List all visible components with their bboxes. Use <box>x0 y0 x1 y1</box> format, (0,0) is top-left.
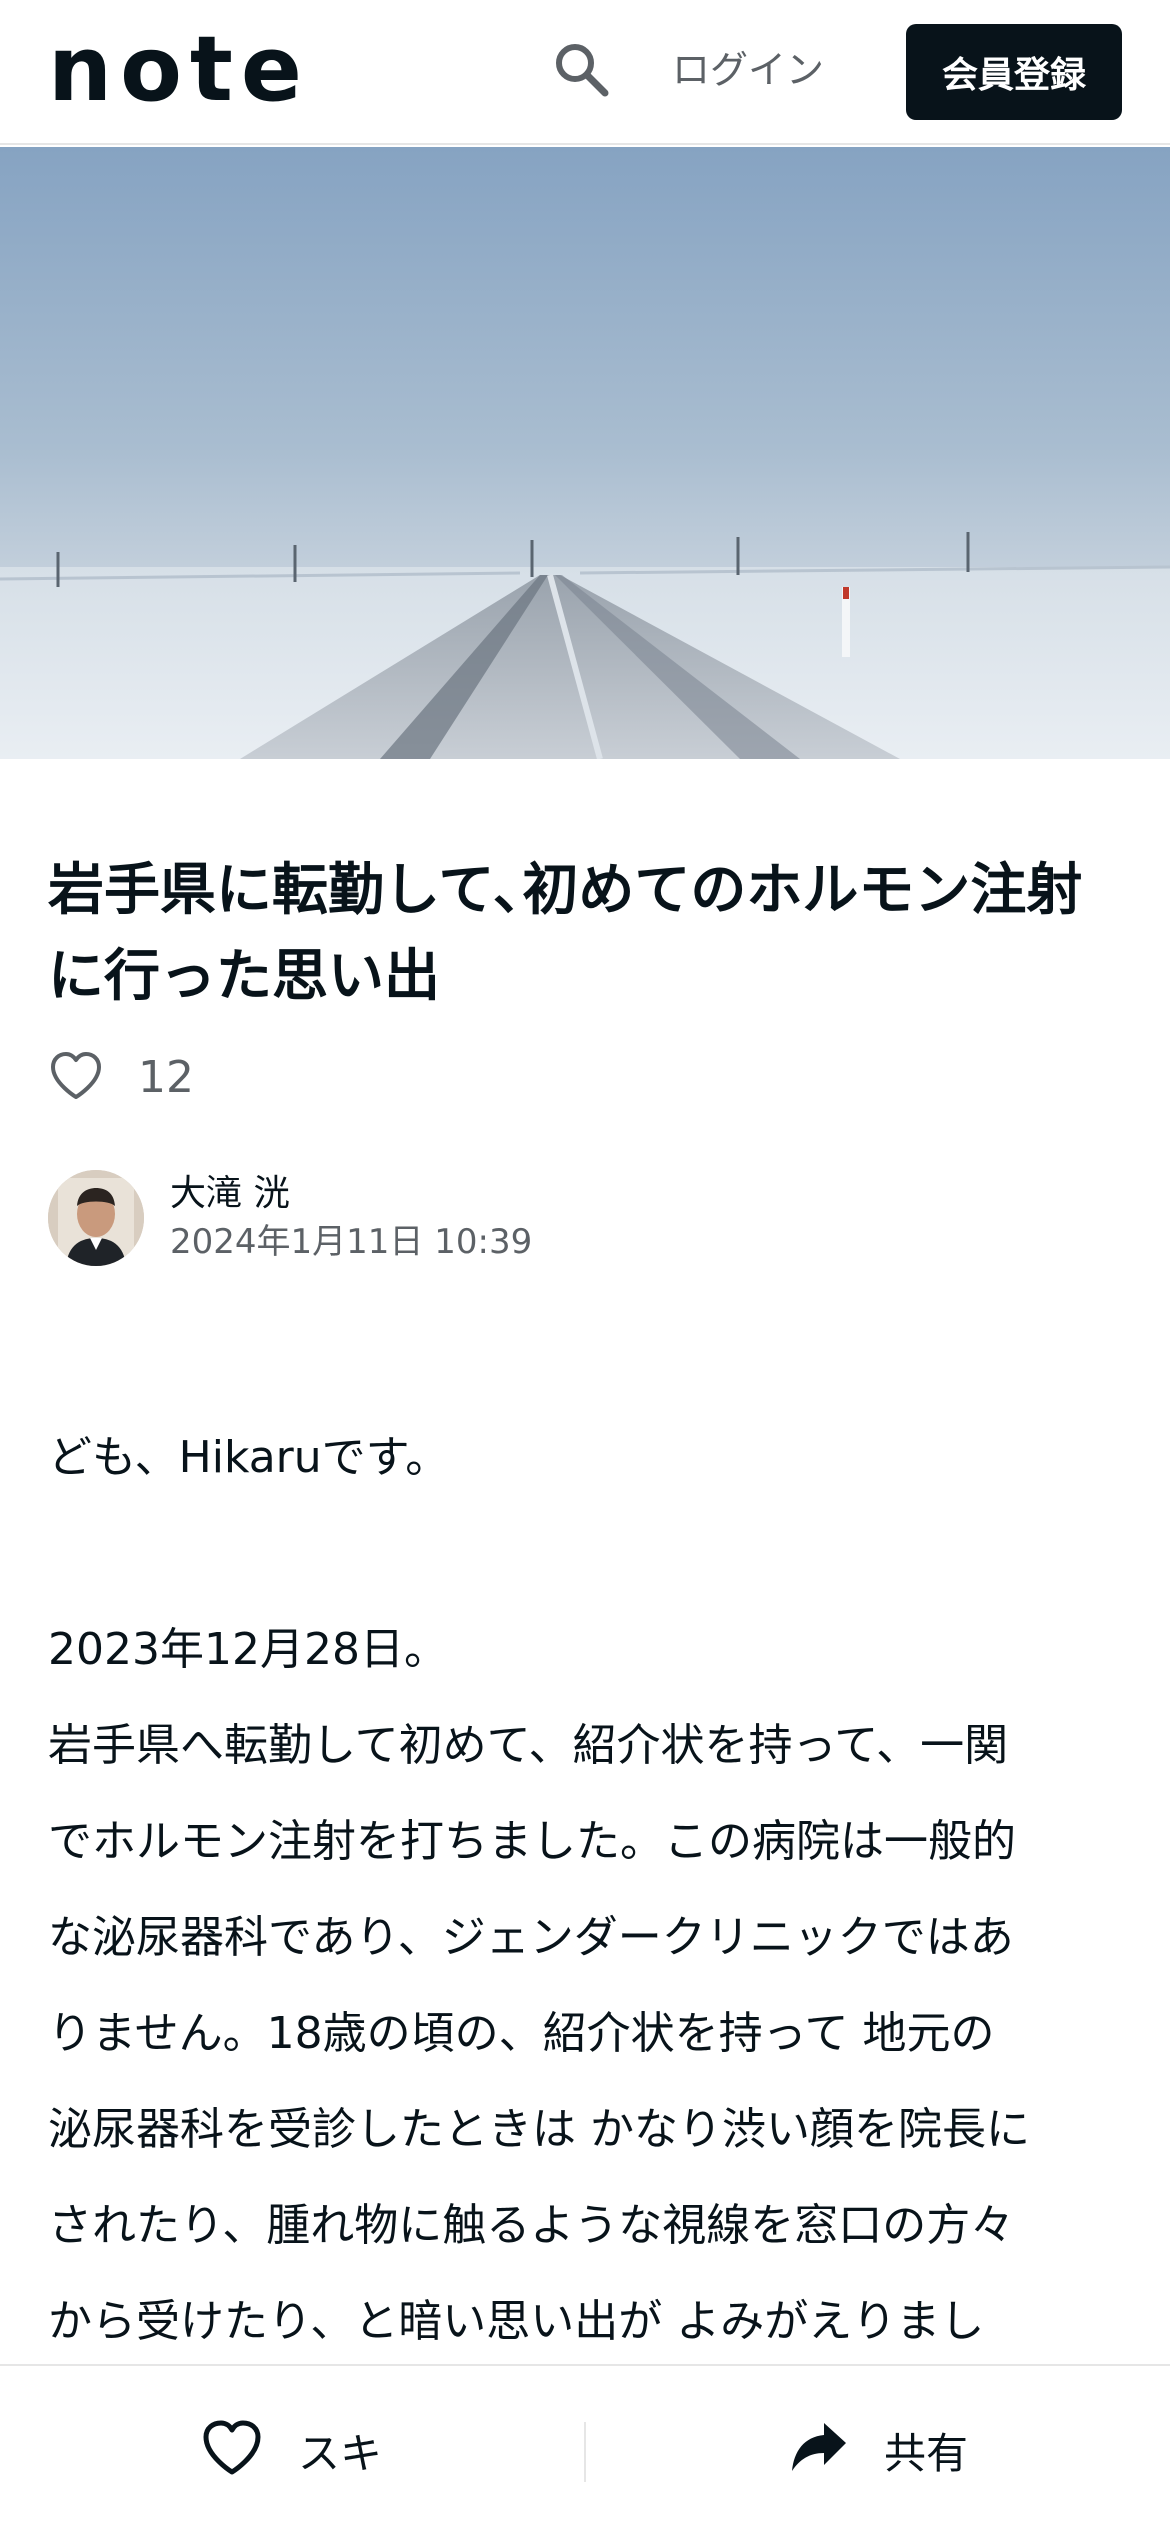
body-line: でホルモン注射を打ちました。この病院は一般的 <box>48 1816 1016 1867</box>
body-greeting: ども、Hikaruです。 <box>48 1432 450 1483</box>
body-line: な泌尿器科であり、ジェンダークリニックではあ <box>48 1912 1014 1963</box>
share-button[interactable]: 共有 <box>790 2414 968 2486</box>
note-logo[interactable]: note <box>48 25 348 115</box>
heart-icon <box>48 1050 104 1106</box>
author-name[interactable]: 大滝 洸 <box>170 1170 532 1218</box>
like-count: 12 <box>138 1052 194 1103</box>
publish-date: 2024年1月11日 10:39 <box>170 1222 533 1262</box>
body-date-line: 2023年12月28日。 <box>48 1624 448 1675</box>
share-button-label: 共有 <box>884 2428 969 2478</box>
search-button[interactable] <box>546 36 616 106</box>
like-button[interactable]: スキ <box>200 2414 382 2486</box>
login-link[interactable]: ログイン <box>672 40 824 100</box>
page: note ログイン 会員登録 岩手県に転勤して､初めてのホルモン注射に行った思い… <box>0 0 1170 2532</box>
author-avatar[interactable] <box>48 1170 144 1266</box>
like-counter[interactable]: 12 <box>48 1046 194 1110</box>
bottom-action-bar: スキ 共有 <box>0 2364 1170 2532</box>
action-divider <box>584 2422 586 2482</box>
article-title: 岩手県に転勤して､初めてのホルモン注射に行った思い出 <box>48 858 1083 1009</box>
body-line: されたり、腫れ物に触るような視線を窓口の方々 <box>48 2200 1015 2251</box>
body-line: 岩手県へ転勤して初めて、紹介状を持って、一関 <box>48 1720 1009 1771</box>
author-meta: 大滝 洸 2024年1月11日 10:39 <box>170 1170 532 1266</box>
share-arrow-icon <box>790 2421 850 2479</box>
body-line: から受けたり、と暗い思い出が よみがえりまし <box>48 2296 985 2347</box>
signup-button[interactable]: 会員登録 <box>906 24 1122 120</box>
like-button-label: スキ <box>298 2428 383 2478</box>
search-icon <box>551 39 611 103</box>
site-header: note ログイン 会員登録 <box>0 0 1170 145</box>
article-hero-image <box>0 147 1170 759</box>
body-line: 泌尿器科を受診したときは かなり渋い顔を院長に <box>48 2104 1030 2155</box>
article-body: ども、Hikaruです。 2023年12月28日。 岩手県へ転勤して初めて、紹介… <box>48 1410 1128 2370</box>
heart-icon <box>200 2418 264 2482</box>
author-block[interactable]: 大滝 洸 2024年1月11日 10:39 <box>48 1168 532 1268</box>
body-line: りません。18歳の頃の、紹介状を持って 地元の <box>48 2008 995 2059</box>
